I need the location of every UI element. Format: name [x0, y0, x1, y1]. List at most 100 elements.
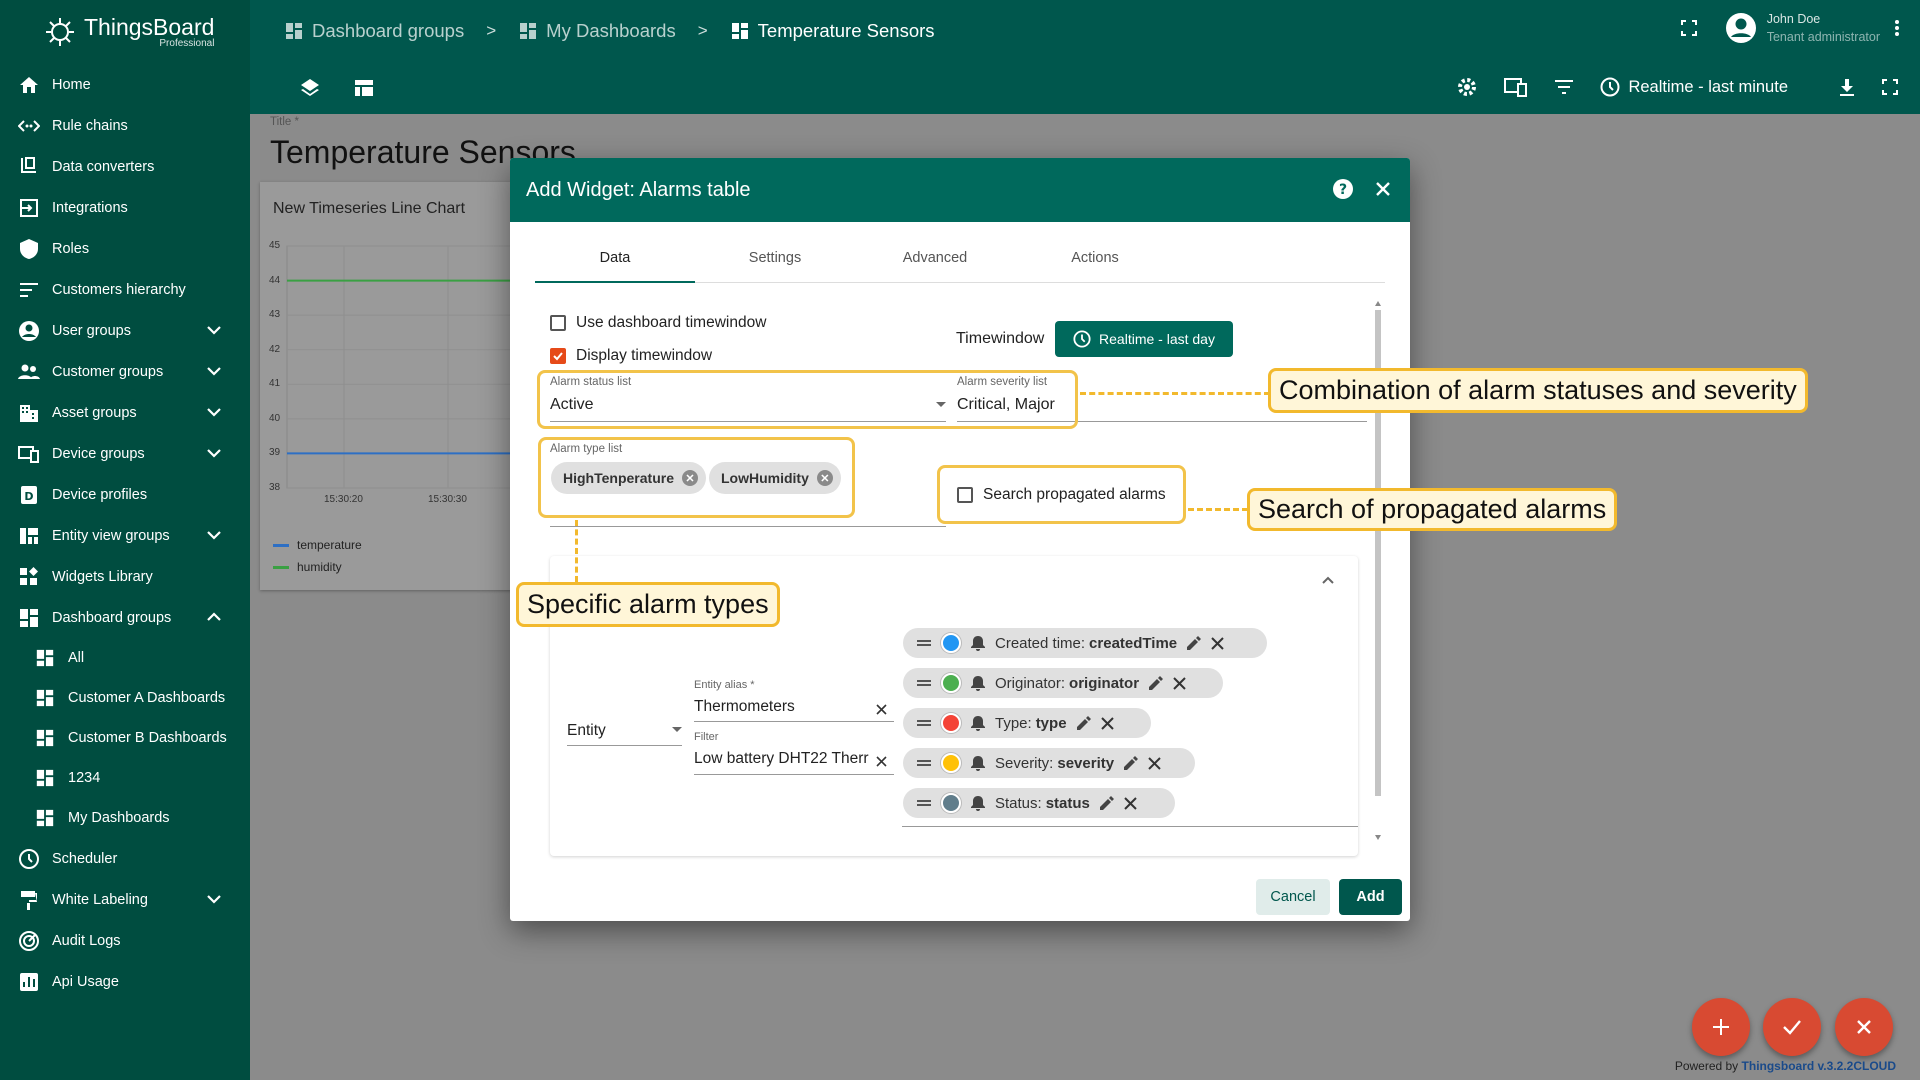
key-color-swatch[interactable] — [941, 753, 961, 773]
chevron-down-icon[interactable] — [206, 891, 222, 907]
filter-input[interactable]: Low battery DHT22 Therr — [694, 750, 870, 768]
key-name: type — [1035, 714, 1067, 732]
clear-icon[interactable] — [876, 704, 887, 715]
edit-icon[interactable] — [1187, 636, 1202, 650]
close-icon[interactable] — [1374, 178, 1392, 200]
sidebar-item-customer-b-dashboards[interactable]: Customer B Dashboards — [0, 718, 250, 758]
chevron-down-icon[interactable] — [206, 404, 222, 420]
chevron-down-icon[interactable] — [206, 363, 222, 379]
cancel-button[interactable]: Cancel — [1256, 879, 1330, 915]
tab-advanced[interactable]: Advanced — [855, 246, 1015, 282]
highlight-search-propagated — [937, 465, 1186, 524]
key-color-swatch[interactable] — [941, 713, 961, 733]
legend-item-humidity[interactable]: humidity — [273, 560, 342, 574]
key-name: originator — [1069, 674, 1140, 692]
sidebar-item-integrations[interactable]: Integrations — [0, 187, 250, 228]
devices-icon[interactable] — [1504, 77, 1528, 97]
use-dashboard-timewindow-checkbox[interactable]: Use dashboard timewindow — [550, 314, 766, 332]
chevron-up-icon[interactable] — [206, 609, 222, 625]
avatar[interactable] — [1725, 12, 1757, 44]
clear-icon[interactable] — [876, 756, 887, 767]
edit-icon[interactable] — [1099, 796, 1114, 810]
chevron-down-icon[interactable] — [206, 527, 222, 543]
filter-icon[interactable] — [1554, 79, 1574, 95]
fullscreen-icon[interactable] — [1680, 20, 1697, 36]
timeseries-chart-widget[interactable]: New Timeseries Line Chart 45 44 43 42 41 40 39… — [260, 182, 525, 590]
legend-item-temperature[interactable]: temperature — [273, 538, 362, 552]
view-module-icon[interactable] — [354, 78, 374, 98]
sidebar-item-label: Data converters — [52, 158, 155, 175]
drag-handle-icon[interactable] — [917, 759, 931, 767]
data-key-chip[interactable]: Status: status — [903, 788, 1175, 818]
chevron-up-icon[interactable] — [1322, 576, 1334, 584]
data-key-chip[interactable]: Originator: originator — [903, 668, 1223, 698]
sidebar-item-customers-hierarchy[interactable]: Customers hierarchy — [0, 269, 250, 310]
tab-actions[interactable]: Actions — [1015, 246, 1175, 282]
sidebar-item-device-profiles[interactable]: D Device profiles — [0, 474, 250, 515]
sidebar-item-home[interactable]: Home — [0, 64, 250, 105]
settings-icon[interactable] — [1456, 76, 1478, 98]
sidebar-item-asset-groups[interactable]: Asset groups — [0, 392, 250, 433]
close-icon[interactable] — [1173, 676, 1186, 690]
sidebar-item-white-labeling[interactable]: White Labeling — [0, 879, 250, 920]
layers-icon[interactable] — [300, 78, 320, 98]
sidebar-item-api-usage[interactable]: Api Usage — [0, 961, 250, 1002]
tab-data[interactable]: Data — [535, 246, 695, 283]
chevron-down-icon[interactable] — [206, 445, 222, 461]
help-icon[interactable]: ? — [1332, 178, 1354, 200]
edit-icon[interactable] — [1076, 716, 1091, 730]
sidebar-item-customer-a-dashboards[interactable]: Customer A Dashboards — [0, 678, 250, 718]
sidebar-item-rule-chains[interactable]: Rule chains — [0, 105, 250, 146]
fullscreen-icon[interactable] — [1882, 79, 1898, 95]
close-icon[interactable] — [1100, 716, 1114, 730]
display-timewindow-checkbox[interactable]: Display timewindow — [550, 347, 712, 365]
data-key-chip[interactable]: Type: type — [903, 708, 1151, 738]
download-icon[interactable] — [1838, 78, 1856, 96]
drag-handle-icon[interactable] — [917, 799, 931, 807]
sidebar-item-user-groups[interactable]: User groups — [0, 310, 250, 351]
sidebar-item-my-dashboards[interactable]: My Dashboards — [0, 798, 250, 838]
more-vert-icon[interactable] — [1894, 19, 1900, 37]
key-name: createdTime — [1089, 634, 1178, 652]
add-button[interactable]: Add — [1339, 879, 1402, 915]
chevron-down-icon[interactable] — [206, 322, 222, 338]
sidebar-item-dashboard-groups[interactable]: Dashboard groups — [0, 597, 250, 638]
chevron-down-icon[interactable] — [672, 727, 682, 733]
sidebar-item-device-groups[interactable]: Device groups — [0, 433, 250, 474]
sidebar-item-data-converters[interactable]: Data converters — [0, 146, 250, 187]
add-widget-fab[interactable] — [1692, 998, 1750, 1056]
key-color-swatch[interactable] — [941, 793, 961, 813]
timewindow-button[interactable]: Realtime - last minute — [1600, 77, 1788, 97]
cancel-fab[interactable] — [1835, 998, 1893, 1056]
logo[interactable]: ThingsBoard Professional — [0, 0, 250, 64]
sidebar-item-1234[interactable]: 1234 — [0, 758, 250, 798]
breadcrumb-dashboard-groups[interactable]: Dashboard groups — [284, 20, 464, 42]
sidebar-item-roles[interactable]: Roles — [0, 228, 250, 269]
sidebar-item-scheduler[interactable]: Scheduler — [0, 838, 250, 879]
drag-handle-icon[interactable] — [917, 719, 931, 727]
entity-alias-input[interactable]: Thermometers — [694, 698, 795, 716]
save-fab[interactable] — [1763, 998, 1821, 1056]
breadcrumb-my-dashboards[interactable]: My Dashboards — [518, 20, 676, 42]
edit-icon[interactable] — [1124, 756, 1139, 770]
key-color-swatch[interactable] — [941, 633, 961, 653]
close-icon[interactable] — [1148, 756, 1161, 770]
edit-icon[interactable] — [1149, 676, 1164, 690]
sidebar-item-entity-view-groups[interactable]: Entity view groups — [0, 515, 250, 556]
entity-type-select[interactable]: Entity — [567, 722, 606, 740]
tab-settings[interactable]: Settings — [695, 246, 855, 282]
drag-handle-icon[interactable] — [917, 679, 931, 687]
close-icon[interactable] — [1211, 636, 1224, 650]
key-color-swatch[interactable] — [941, 673, 961, 693]
sidebar-item-all[interactable]: All — [0, 638, 250, 678]
widget-timewindow-button[interactable]: Realtime - last day — [1055, 321, 1233, 357]
version-link[interactable]: Thingsboard v.3.2.2CLOUD — [1742, 1059, 1896, 1073]
data-key-chip[interactable]: Created time: createdTime — [903, 628, 1267, 658]
sidebar-item-audit-logs[interactable]: Audit Logs — [0, 920, 250, 961]
data-key-chip[interactable]: Severity: severity — [903, 748, 1195, 778]
close-icon[interactable] — [1124, 796, 1137, 810]
bell-icon — [971, 755, 985, 771]
sidebar-item-customer-groups[interactable]: Customer groups — [0, 351, 250, 392]
drag-handle-icon[interactable] — [917, 639, 931, 647]
sidebar-item-widgets-library[interactable]: Widgets Library — [0, 556, 250, 597]
